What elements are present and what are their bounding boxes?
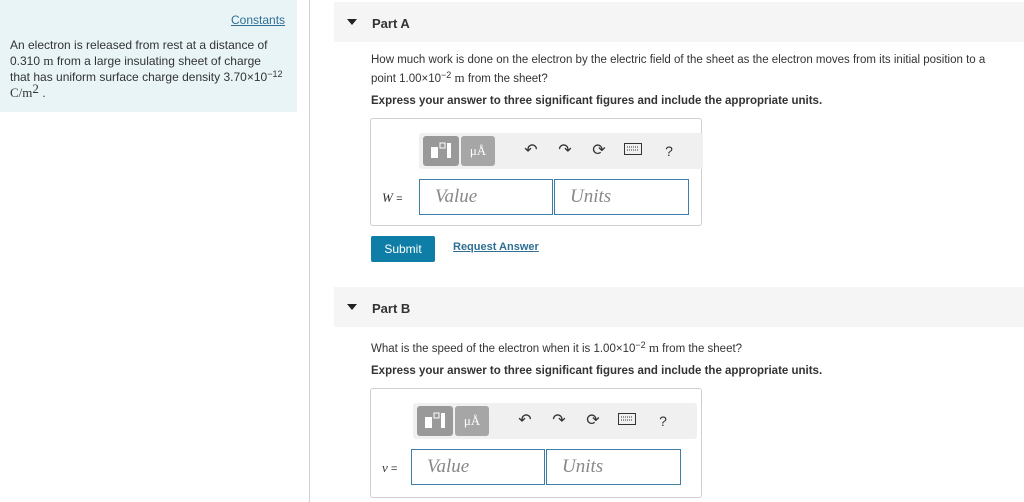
- collapse-caret-icon[interactable]: [347, 304, 357, 310]
- constants-link[interactable]: Constants: [231, 13, 285, 27]
- help-icon[interactable]: ?: [653, 411, 673, 431]
- part-a-variable: W =: [382, 190, 403, 205]
- part-a-title: Part A: [372, 16, 410, 31]
- undo-icon[interactable]: ↶: [521, 141, 541, 161]
- column-divider: [309, 0, 310, 502]
- part-b-toolbar: μÅ ↶ ↷ ⟳ ?: [413, 403, 697, 439]
- part-a-value-input[interactable]: Value: [419, 179, 553, 215]
- help-icon[interactable]: ?: [659, 141, 679, 161]
- part-b-variable: v =: [382, 460, 398, 475]
- templates-button[interactable]: [417, 406, 453, 436]
- part-a-answer-box: μÅ ↶ ↷ ⟳ ? W = Value Units: [370, 118, 703, 226]
- reset-icon[interactable]: ⟳: [589, 141, 609, 161]
- part-a-units-input[interactable]: Units: [554, 179, 689, 215]
- part-b-question: What is the speed of the electron when i…: [371, 340, 743, 355]
- part-b-header[interactable]: Part B: [334, 287, 1024, 327]
- redo-icon[interactable]: ↷: [549, 411, 569, 431]
- part-a-header[interactable]: Part A: [334, 2, 1024, 42]
- part-a-instruction: Express your answer to three significant…: [371, 95, 823, 107]
- part-b-units-input[interactable]: Units: [546, 449, 681, 485]
- part-a-question: How much work is done on the electron by…: [371, 54, 986, 85]
- redo-icon[interactable]: ↷: [555, 141, 575, 161]
- part-b-answer-box: μÅ ↶ ↷ ⟳ ? v = Value Units: [370, 388, 702, 498]
- part-b-value-input[interactable]: Value: [411, 449, 545, 485]
- request-answer-link[interactable]: Request Answer: [453, 241, 539, 253]
- problem-panel: Constants An electron is released from r…: [0, 0, 297, 112]
- templates-icon: [431, 142, 451, 158]
- reset-icon[interactable]: ⟳: [583, 411, 603, 431]
- collapse-caret-icon[interactable]: [347, 19, 357, 25]
- keyboard-icon[interactable]: [617, 411, 637, 431]
- submit-button[interactable]: Submit: [371, 236, 435, 262]
- keyboard-icon[interactable]: [623, 141, 643, 161]
- undo-icon[interactable]: ↶: [515, 411, 535, 431]
- units-button[interactable]: μÅ: [455, 406, 489, 436]
- part-b-title: Part B: [372, 301, 411, 316]
- problem-statement: An electron is released from rest at a d…: [10, 38, 283, 100]
- part-a-toolbar: μÅ ↶ ↷ ⟳ ?: [419, 133, 703, 169]
- part-b-instruction: Express your answer to three significant…: [371, 365, 823, 377]
- templates-icon: [425, 412, 445, 428]
- templates-button[interactable]: [423, 136, 459, 166]
- units-button[interactable]: μÅ: [461, 136, 495, 166]
